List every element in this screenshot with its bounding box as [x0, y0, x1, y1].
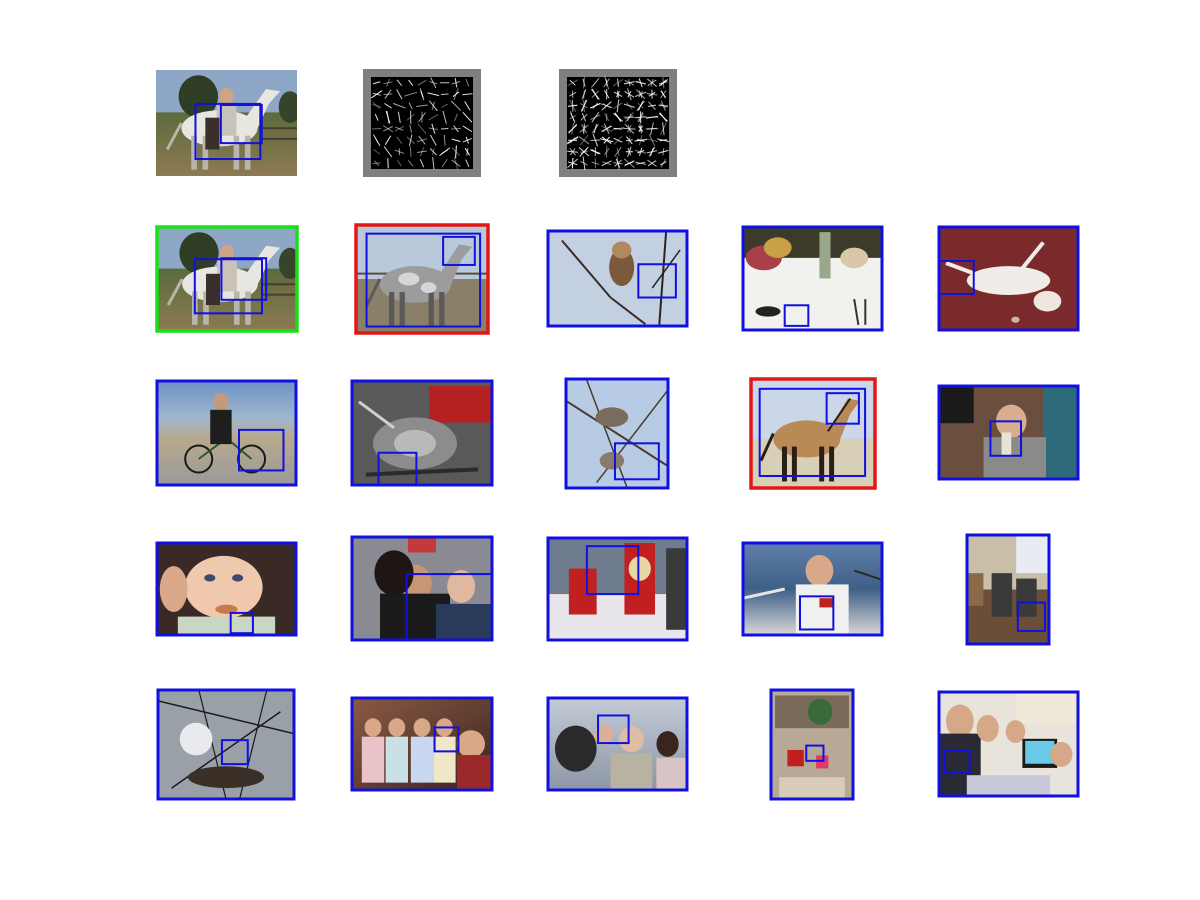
hog-template-1 [363, 69, 481, 177]
result-image-3 [548, 231, 687, 326]
result-image-8 [566, 379, 668, 488]
result-image-14 [743, 543, 882, 635]
result-image-2 [356, 225, 488, 333]
query-image [156, 70, 297, 176]
result-image-5 [939, 227, 1078, 330]
result-image-12 [352, 537, 492, 640]
result-image-6 [157, 381, 296, 485]
result-image-13 [548, 538, 687, 640]
result-image-1 [157, 227, 297, 331]
result-image-20 [939, 692, 1078, 796]
result-image-16 [158, 690, 294, 799]
hog-template-2 [559, 69, 677, 177]
result-image-15 [967, 535, 1049, 644]
figure-grid [155, 69, 1080, 801]
result-image-7 [352, 381, 492, 485]
result-image-4 [743, 227, 882, 330]
result-image-17 [352, 698, 492, 790]
result-image-9 [751, 379, 875, 488]
result-image-10 [939, 386, 1078, 479]
result-image-19 [771, 690, 853, 799]
result-image-11 [157, 543, 296, 635]
